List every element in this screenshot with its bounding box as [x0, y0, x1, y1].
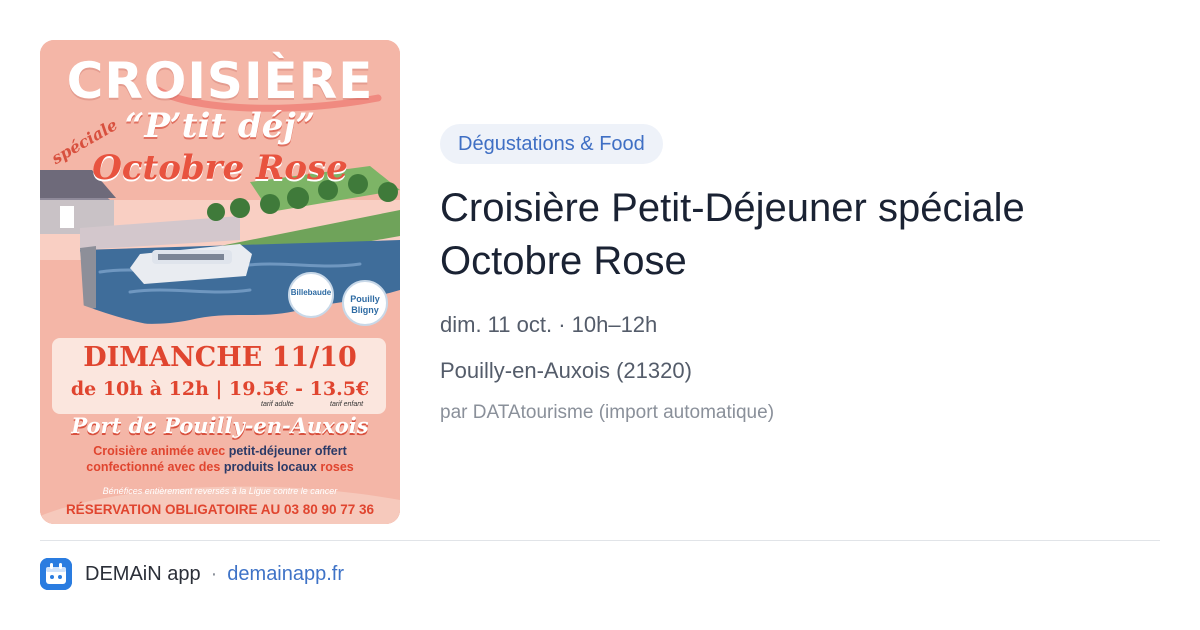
poster-hours-prices: de 10h à 12h | 19.5€ - 13.5€ [70, 378, 370, 400]
footer: DEMAiN app · demainapp.fr [40, 558, 344, 590]
poster-logo-pouilly-bligny: Pouilly Bligny [342, 280, 388, 326]
event-source: par DATAtourisme (import automatique) [440, 402, 775, 423]
event-location: Pouilly-en-Auxois (21320) [440, 358, 692, 383]
event-datetime: dim. 11 oct. · 10h–12h [440, 312, 658, 337]
app-link[interactable]: demainapp.fr [227, 563, 344, 586]
event-poster[interactable]: CROISIÈRE spéciale “P’tit déj” Octobre R… [40, 40, 400, 524]
poster-tarif-child: tarif enfant [330, 401, 364, 408]
footer-separator: · [210, 562, 218, 585]
poster-subtitle-quote: “P’tit déj” [124, 106, 316, 146]
poster-port: Port de Pouilly-en-Auxois [71, 413, 369, 438]
poster-desc2-a: confectionné avec des [86, 460, 224, 474]
poster-logo-billebaude-label: Billebaude [290, 288, 332, 297]
poster-desc2-c: roses [316, 460, 354, 474]
poster-desc2-b: produits locaux [223, 460, 317, 474]
poster-desc1-b: petit-déjeuner offert [228, 444, 347, 458]
poster-subtitle-main: Octobre Rose [92, 148, 348, 188]
poster-desc1-a: Croisière animée avec [93, 444, 229, 458]
poster-logo-billebaude: Billebaude [288, 272, 334, 318]
demain-app-icon-graphic [40, 558, 72, 590]
poster-tarif-adult: tarif adulte [261, 401, 294, 408]
poster-logo-bligny-label: Bligny [351, 305, 379, 315]
poster-title: CROISIÈRE [66, 52, 374, 110]
event-title[interactable]: Croisière Petit-Déjeuner spéciale Octobr… [440, 182, 1160, 288]
divider [40, 540, 1160, 541]
demain-app-icon[interactable] [40, 558, 72, 590]
poster-description-line2: confectionné avec des produits locaux ro… [40, 460, 400, 474]
app-name: DEMAiN app [85, 562, 201, 585]
category-badge[interactable]: Dégustations & Food [440, 124, 663, 164]
poster-logo-pouilly-label: Pouilly [350, 294, 380, 304]
poster-benefits: Bénéfices entièrement reversés à la Ligu… [102, 486, 338, 496]
poster-date: DIMANCHE 11/10 [83, 342, 357, 373]
poster-reservation: RÉSERVATION OBLIGATOIRE AU 03 80 90 77 3… [65, 502, 375, 517]
poster-description-line1: Croisière animée avec petit-déjeuner off… [40, 444, 400, 458]
